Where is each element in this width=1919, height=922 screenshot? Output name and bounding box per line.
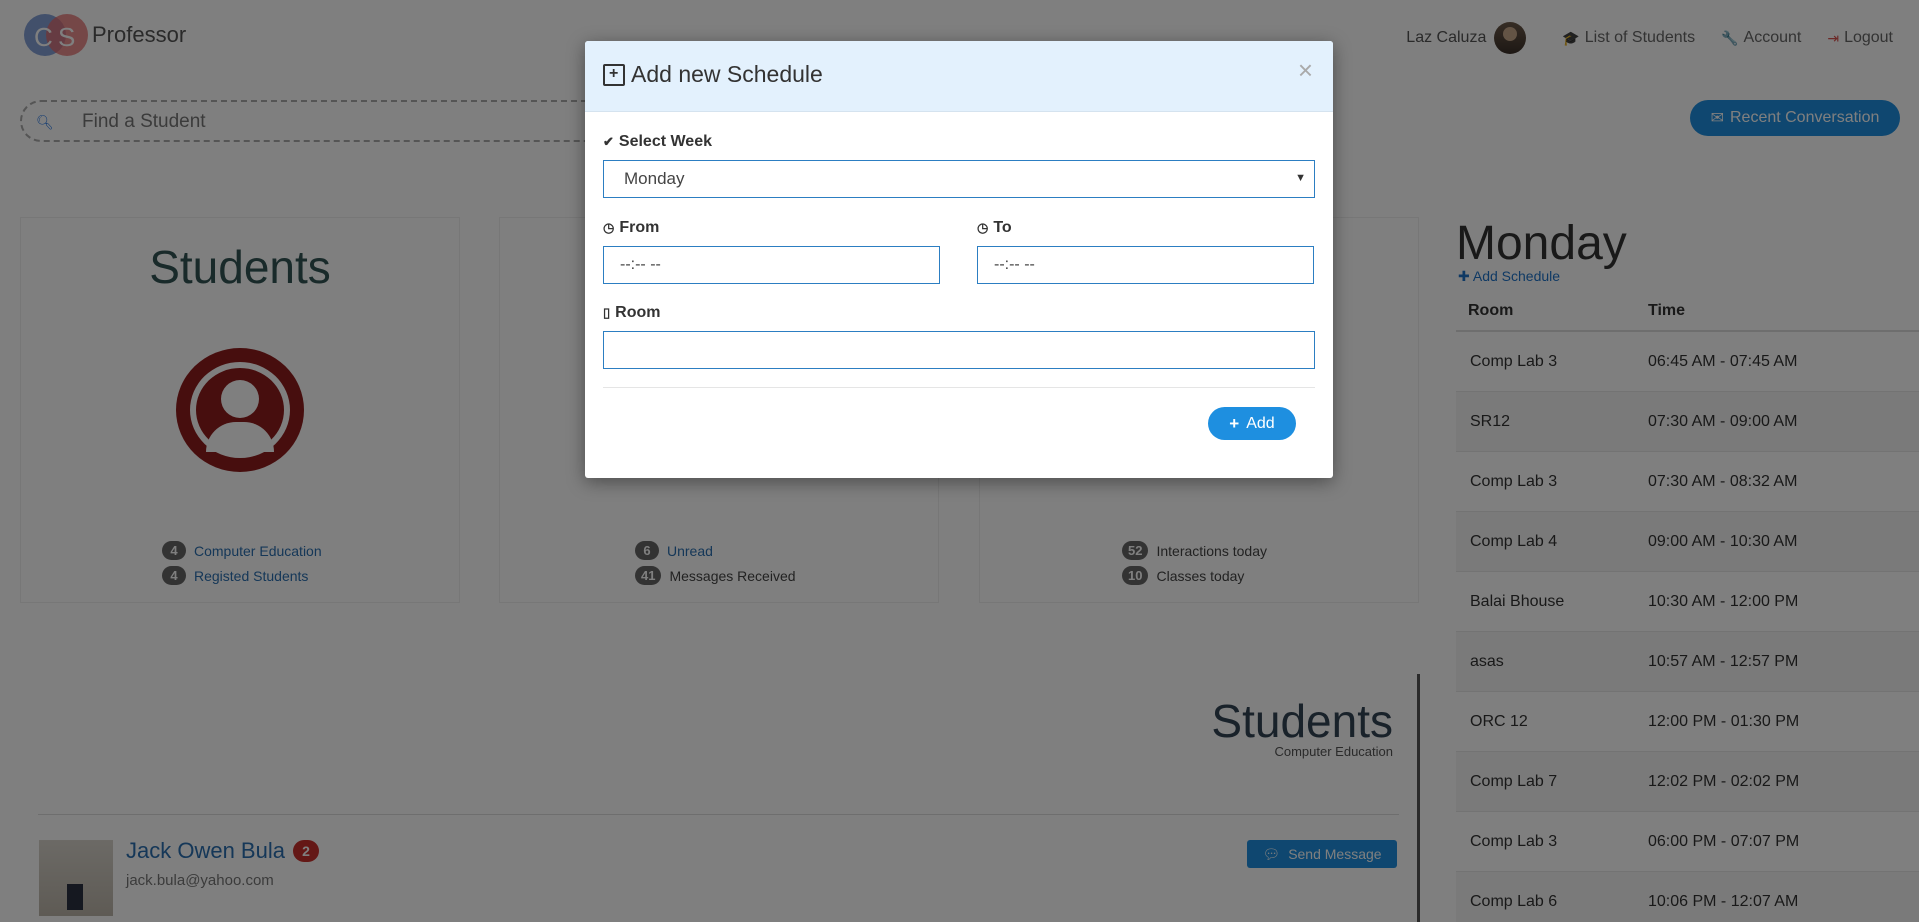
add-button[interactable]: + Add <box>1208 407 1296 440</box>
clock-icon: ◷ <box>977 220 989 235</box>
clock-icon: ◷ <box>603 220 615 235</box>
select-week-label: ✔ Select Week <box>603 133 712 151</box>
room-input[interactable] <box>603 331 1315 369</box>
add-schedule-modal: Add new Schedule × ✔ Select Week Monday … <box>585 41 1333 478</box>
from-time-input[interactable]: --:-- -- <box>603 246 940 284</box>
to-time-input[interactable]: --:-- -- <box>977 246 1314 284</box>
select-week-label-text: Select Week <box>618 133 712 150</box>
divider <box>603 387 1315 388</box>
calendar-plus-icon <box>603 63 625 86</box>
room-label: ▯ Room <box>603 304 660 322</box>
from-time-value: --:-- -- <box>620 256 661 273</box>
to-label-text: To <box>993 219 1012 236</box>
plus-icon: + <box>1229 413 1240 433</box>
week-select[interactable]: Monday ▼ <box>603 160 1315 198</box>
modal-title: Add new Schedule <box>603 61 823 88</box>
check-circle-icon: ✔ <box>603 134 614 149</box>
building-icon: ▯ <box>603 305 611 320</box>
to-label: ◷ To <box>977 219 1012 237</box>
from-label: ◷ From <box>603 219 659 237</box>
room-label-text: Room <box>615 304 661 321</box>
week-select-value: Monday <box>624 169 685 188</box>
chevron-down-icon: ▼ <box>1295 172 1306 184</box>
from-label-text: From <box>619 219 660 236</box>
modal-title-text: Add new Schedule <box>631 61 823 87</box>
add-button-label: Add <box>1246 414 1275 432</box>
to-time-value: --:-- -- <box>994 256 1035 273</box>
modal-header: Add new Schedule × <box>585 41 1333 112</box>
close-icon[interactable]: × <box>1298 55 1313 86</box>
